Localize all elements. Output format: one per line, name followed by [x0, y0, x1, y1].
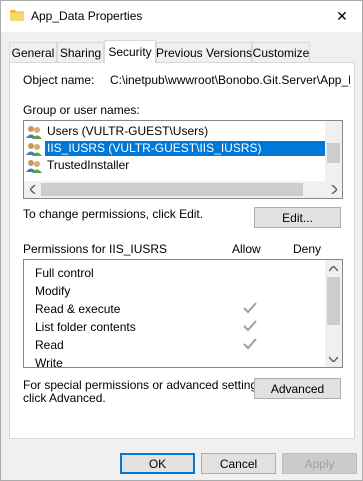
- check-icon: [243, 338, 257, 350]
- tab-previous-versions[interactable]: Previous Versions: [156, 42, 252, 62]
- list-item-users[interactable]: Users (VULTR-GUEST\Users): [26, 123, 326, 140]
- object-name-value: C:\inetpub\wwwroot\Bonobo.Git.Server\App…: [110, 73, 350, 87]
- user-group-icon: [26, 125, 42, 139]
- user-group-icon: [26, 159, 42, 173]
- tab-label: Security: [108, 45, 152, 59]
- check-icon: [243, 320, 257, 332]
- permission-name: Read & execute: [35, 302, 121, 316]
- cancel-button[interactable]: Cancel: [201, 453, 276, 474]
- tab-label: General: [11, 45, 55, 60]
- ok-button[interactable]: OK: [120, 453, 195, 474]
- permission-name: Write: [35, 356, 63, 367]
- edit-button[interactable]: Edit...: [254, 207, 341, 228]
- permission-name: Full control: [35, 266, 94, 280]
- folder-icon: [10, 10, 24, 21]
- advanced-button[interactable]: Advanced: [254, 378, 341, 399]
- tab-security[interactable]: Security: [104, 40, 156, 63]
- allow-column-header: Allow: [232, 242, 261, 256]
- tab-label: Previous Versions: [155, 45, 253, 60]
- list-item-label: IIS_IUSRS (VULTR-GUEST\IIS_IUSRS): [45, 141, 326, 156]
- object-name-label: Object name:: [23, 73, 95, 87]
- permission-row: Full control: [35, 264, 315, 282]
- scroll-down-icon[interactable]: [325, 350, 342, 367]
- window-title: App_Data Properties: [31, 9, 143, 23]
- tab-general[interactable]: General: [9, 42, 57, 62]
- scroll-thumb[interactable]: [327, 277, 340, 325]
- advanced-button-label: Advanced: [270, 381, 325, 396]
- special-permissions-text-2: click Advanced.: [23, 391, 106, 405]
- tab-label: Customize: [252, 45, 310, 60]
- permission-name: Modify: [35, 284, 71, 298]
- list-item-trustedinstaller[interactable]: TrustedInstaller: [26, 157, 326, 174]
- permission-row: Write: [35, 354, 315, 367]
- edit-button-label: Edit...: [282, 210, 313, 225]
- permissions-for-label: Permissions for IIS_IUSRS: [23, 242, 168, 256]
- security-panel: Object name: C:\inetpub\wwwroot\Bonobo.G…: [9, 62, 355, 439]
- scroll-thumb[interactable]: [41, 183, 303, 196]
- ok-button-label: OK: [148, 456, 167, 471]
- scroll-right-icon[interactable]: [325, 181, 342, 198]
- apply-button-label: Apply: [304, 456, 335, 471]
- list-item-label: TrustedInstaller: [47, 158, 130, 172]
- title-bar: App_Data Properties ✕: [1, 1, 362, 32]
- permission-name: Read: [35, 338, 64, 352]
- tab-customize[interactable]: Customize: [252, 42, 310, 62]
- scroll-up-icon[interactable]: [325, 260, 342, 277]
- tab-label: Sharing: [59, 45, 102, 60]
- list-vertical-scrollbar[interactable]: [325, 121, 342, 181]
- user-group-icon: [26, 142, 42, 156]
- permission-row: Read & execute: [35, 300, 315, 318]
- list-horizontal-scrollbar[interactable]: [24, 181, 342, 198]
- special-permissions-text: For special permissions or advanced sett…: [23, 378, 267, 392]
- permissions-scrollbar[interactable]: [325, 260, 342, 367]
- scroll-thumb[interactable]: [327, 143, 340, 163]
- close-button[interactable]: ✕: [322, 1, 362, 32]
- check-icon: [243, 302, 257, 314]
- cancel-button-label: Cancel: [219, 456, 258, 471]
- list-item-label: Users (VULTR-GUEST\Users): [47, 124, 209, 138]
- apply-button[interactable]: Apply: [282, 453, 357, 474]
- tab-strip: General Sharing Security Previous Versio…: [9, 40, 355, 63]
- change-permissions-text: To change permissions, click Edit.: [23, 207, 204, 221]
- groups-label: Group or user names:: [23, 103, 140, 117]
- scroll-left-icon[interactable]: [24, 181, 41, 198]
- permission-row: Modify: [35, 282, 315, 300]
- tab-sharing[interactable]: Sharing: [57, 42, 104, 62]
- list-item-iis-iusrs[interactable]: IIS_IUSRS (VULTR-GUEST\IIS_IUSRS): [26, 140, 326, 157]
- permission-row: Read: [35, 336, 315, 354]
- groups-label-text: Group or user names:: [23, 103, 140, 117]
- permission-name: List folder contents: [35, 320, 136, 334]
- group-user-list[interactable]: Users (VULTR-GUEST\Users) IIS_IUSRS (VUL…: [23, 120, 343, 199]
- permissions-list: Full control Modify Read & execute List …: [23, 259, 343, 368]
- properties-window: App_Data Properties ✕ General Sharing Se…: [0, 0, 363, 481]
- deny-column-header: Deny: [293, 242, 322, 256]
- permission-row: List folder contents: [35, 318, 315, 336]
- close-icon: ✕: [336, 8, 348, 24]
